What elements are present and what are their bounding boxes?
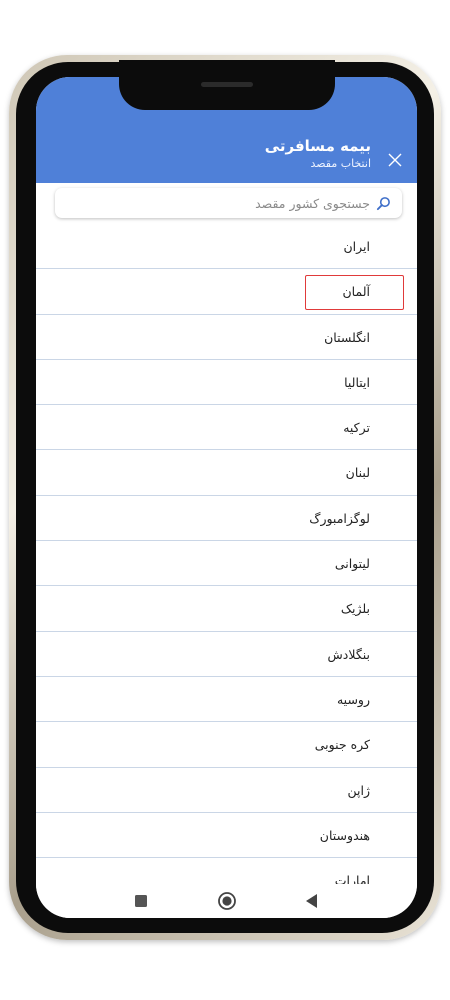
close-icon [388,153,402,167]
list-item-selected[interactable]: آلمان [36,269,417,315]
list-item-label: بلژیک [340,601,370,617]
list-item[interactable]: بنگلادش [36,632,417,677]
list-item[interactable]: کره جنوبی [36,722,417,768]
triangle-back-icon [306,894,317,908]
page-subtitle: انتخاب مقصد [310,157,371,170]
android-nav-bar [36,884,417,918]
country-list: ایران آلمان انگلستان ایتالیا ترکیه لبنان… [36,224,417,884]
list-item[interactable]: ایران [36,224,417,270]
search-input[interactable] [55,195,370,211]
page-title: بیمه مسافرتی [264,137,371,155]
speaker-grille [201,82,253,87]
list-item[interactable]: لبنان [36,450,417,496]
list-item-label: لیتوانی [334,556,370,572]
list-item-label: لبنان [345,465,370,481]
list-item[interactable]: بلژیک [36,586,417,632]
list-item[interactable]: ایتالیا [36,360,417,406]
square-icon [135,895,147,907]
header-titles: بیمه مسافرتی انتخاب مقصد [265,136,371,172]
list-item[interactable]: امارات [36,858,417,884]
list-item[interactable]: روسیه [36,677,417,723]
list-item[interactable]: انگلستان [36,315,417,360]
list-item[interactable]: ترکیه [36,405,417,451]
list-item-label: آلمان [342,284,371,300]
list-item-label: روسیه [336,691,370,707]
list-item-label: ایتالیا [344,374,370,390]
app-screen: بیمه مسافرتی انتخاب مقصد ایران آلمان انگ… [36,77,417,918]
list-item-label: ترکیه [343,420,370,436]
list-item-label: امارات [334,873,370,884]
list-item-label: ژاپن [347,782,370,798]
list-item[interactable]: هندوستان [36,813,417,859]
list-item-label: ایران [343,239,370,254]
list-item-label: انگلستان [324,329,370,345]
list-item-label: لوگزامبورگ [309,510,370,526]
search-icon [376,195,392,211]
list-item-label: کره جنوبی [314,737,370,753]
list-item-label: بنگلادش [327,646,370,662]
search-bar [36,183,417,227]
list-item[interactable]: لوگزامبورگ [36,496,417,542]
list-item[interactable]: لیتوانی [36,541,417,587]
back-button[interactable] [292,884,332,918]
circle-home-icon [218,892,236,910]
close-button[interactable] [385,150,405,170]
list-item-label: هندوستان [319,827,370,843]
search-box[interactable] [55,188,402,218]
recents-button[interactable] [121,884,161,918]
list-item[interactable]: ژاپن [36,768,417,813]
phone-notch [119,60,335,110]
home-button[interactable] [207,884,247,918]
